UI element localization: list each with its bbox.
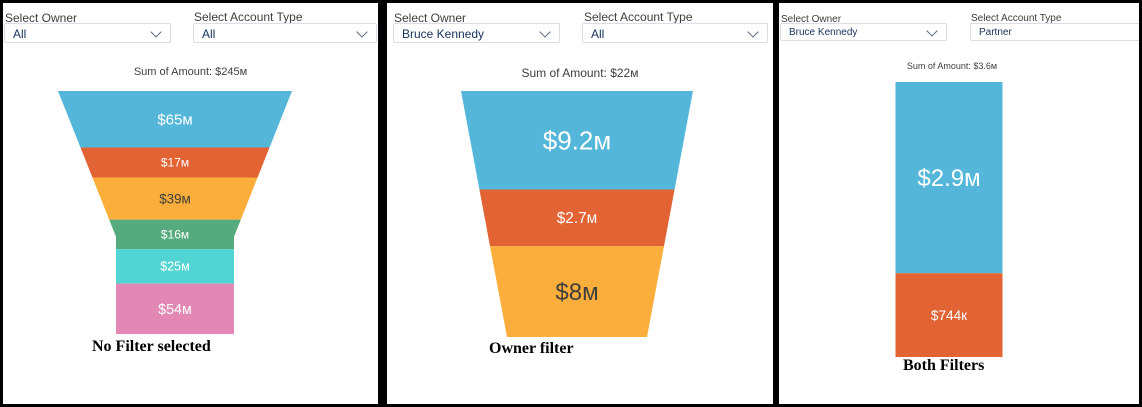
caption: Owner filter [489, 340, 574, 357]
caption: No Filter selected [92, 338, 211, 355]
funnel-segment-label: $39м [159, 191, 191, 206]
funnel-segment-label: $65м [157, 111, 192, 128]
funnel-segment-label: $9.2м [543, 125, 611, 155]
dashboard-panel-owner-filter: Select Owner Bruce Kennedy Select Accoun… [387, 3, 773, 404]
funnel-chart: $9.2м $2.7м $8м [461, 91, 693, 337]
funnel-segment-label: $25м [160, 260, 189, 274]
funnel-segment-label: $17м [161, 156, 189, 170]
funnel-segment-label: $2.9м [917, 165, 980, 192]
funnel-segment-label: $2.7м [557, 210, 598, 227]
funnel-segment-label: $16м [161, 228, 189, 242]
dashboard-panel-no-filter: Select Owner All Select Account Type All… [3, 3, 378, 404]
funnel-segment-label: $54м [158, 302, 192, 318]
funnel-chart: $2.9м $744к [895, 82, 1003, 357]
dashboard-panel-both-filters: Select Owner Bruce Kennedy Select Accoun… [779, 3, 1139, 404]
funnel-segment-label: $744к [931, 308, 968, 323]
caption: Both Filters [903, 357, 985, 374]
funnel-segment-label: $8м [555, 279, 598, 306]
